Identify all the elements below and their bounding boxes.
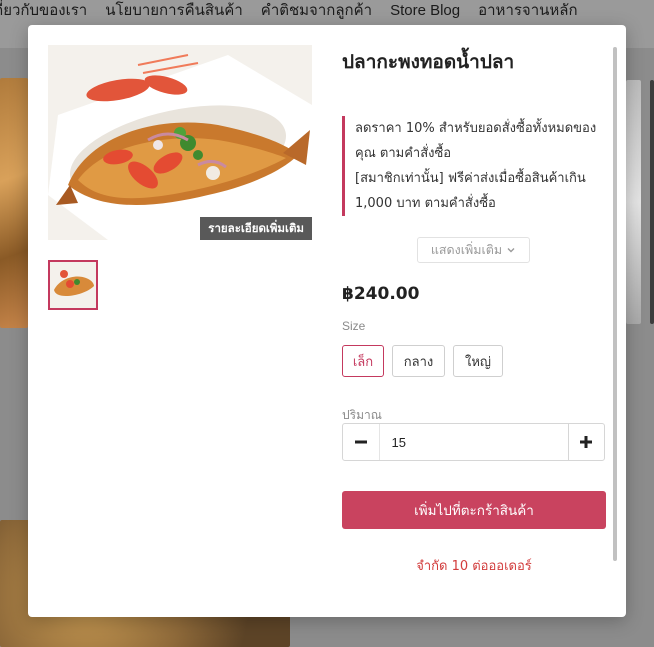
size-option-small[interactable]: เล็ก <box>342 345 384 377</box>
product-title: ปลากะพงทอดน้ำปลา <box>342 51 515 73</box>
add-to-cart-button[interactable]: เพิ่มไปที่ตะกร้าสินค้า <box>342 491 606 529</box>
fried-fish-photo <box>48 45 312 240</box>
increase-quantity-button[interactable] <box>567 424 605 460</box>
background-product-image <box>626 80 641 324</box>
promo-line: คุณ ตามคำสั่งซื้อ <box>355 146 452 161</box>
nav-item-return-policy[interactable]: นโยบายการคืนสินค้า <box>96 2 252 20</box>
quantity-input[interactable] <box>379 424 568 460</box>
background-product-image <box>650 80 654 324</box>
product-price: ฿240.00 <box>342 284 420 304</box>
product-main-image[interactable]: รายละเอียดเพิ่มเติม <box>48 45 312 240</box>
quantity-stepper <box>342 423 605 461</box>
size-option-large[interactable]: ใหญ่ <box>453 345 503 377</box>
show-more-button[interactable]: แสดงเพิ่มเติม <box>417 237 530 263</box>
fried-fish-thumbnail-photo <box>50 262 96 308</box>
promo-line: 1,000 บาท ตามคำสั่งซื้อ <box>355 196 496 211</box>
modal-scrollbar[interactable] <box>613 47 617 561</box>
order-limit-text: จำกัด 10 ต่อออเดอร์ <box>416 559 532 574</box>
product-thumbnail[interactable] <box>48 260 98 310</box>
product-quick-view-modal: รายละเอียดเพิ่มเติม ปลากะพงทอดน้ำปลา ลดร… <box>28 25 626 617</box>
nav-item-about[interactable]: เกี่ยวกับของเรา <box>0 2 96 20</box>
minus-icon <box>354 440 367 444</box>
background-product-image <box>0 78 28 328</box>
promotion-notes: ลดราคา 10% สำหรับยอดสั่งซื้อทั้งหมดของ ค… <box>342 116 617 216</box>
plus-icon <box>580 436 593 448</box>
show-more-label: แสดงเพิ่มเติม <box>430 242 503 257</box>
size-option-medium[interactable]: กลาง <box>392 345 445 377</box>
nav-item-main-dishes[interactable]: อาหารจานหลัก <box>469 2 586 20</box>
size-label: Size <box>342 319 366 333</box>
nav-item-reviews[interactable]: คำติชมจากลูกค้า <box>252 2 381 20</box>
decrease-quantity-button[interactable] <box>343 424 380 460</box>
chevron-down-icon <box>507 248 515 253</box>
nav-item-store-blog[interactable]: Store Blog <box>381 2 469 20</box>
promo-line: [สมาชิกเท่านั้น] ฟรีค่าส่งเมื่อซื้อสินค้… <box>355 171 586 186</box>
more-details-label[interactable]: รายละเอียดเพิ่มเติม <box>200 217 312 240</box>
promo-line: ลดราคา 10% สำหรับยอดสั่งซื้อทั้งหมดของ <box>355 121 597 136</box>
